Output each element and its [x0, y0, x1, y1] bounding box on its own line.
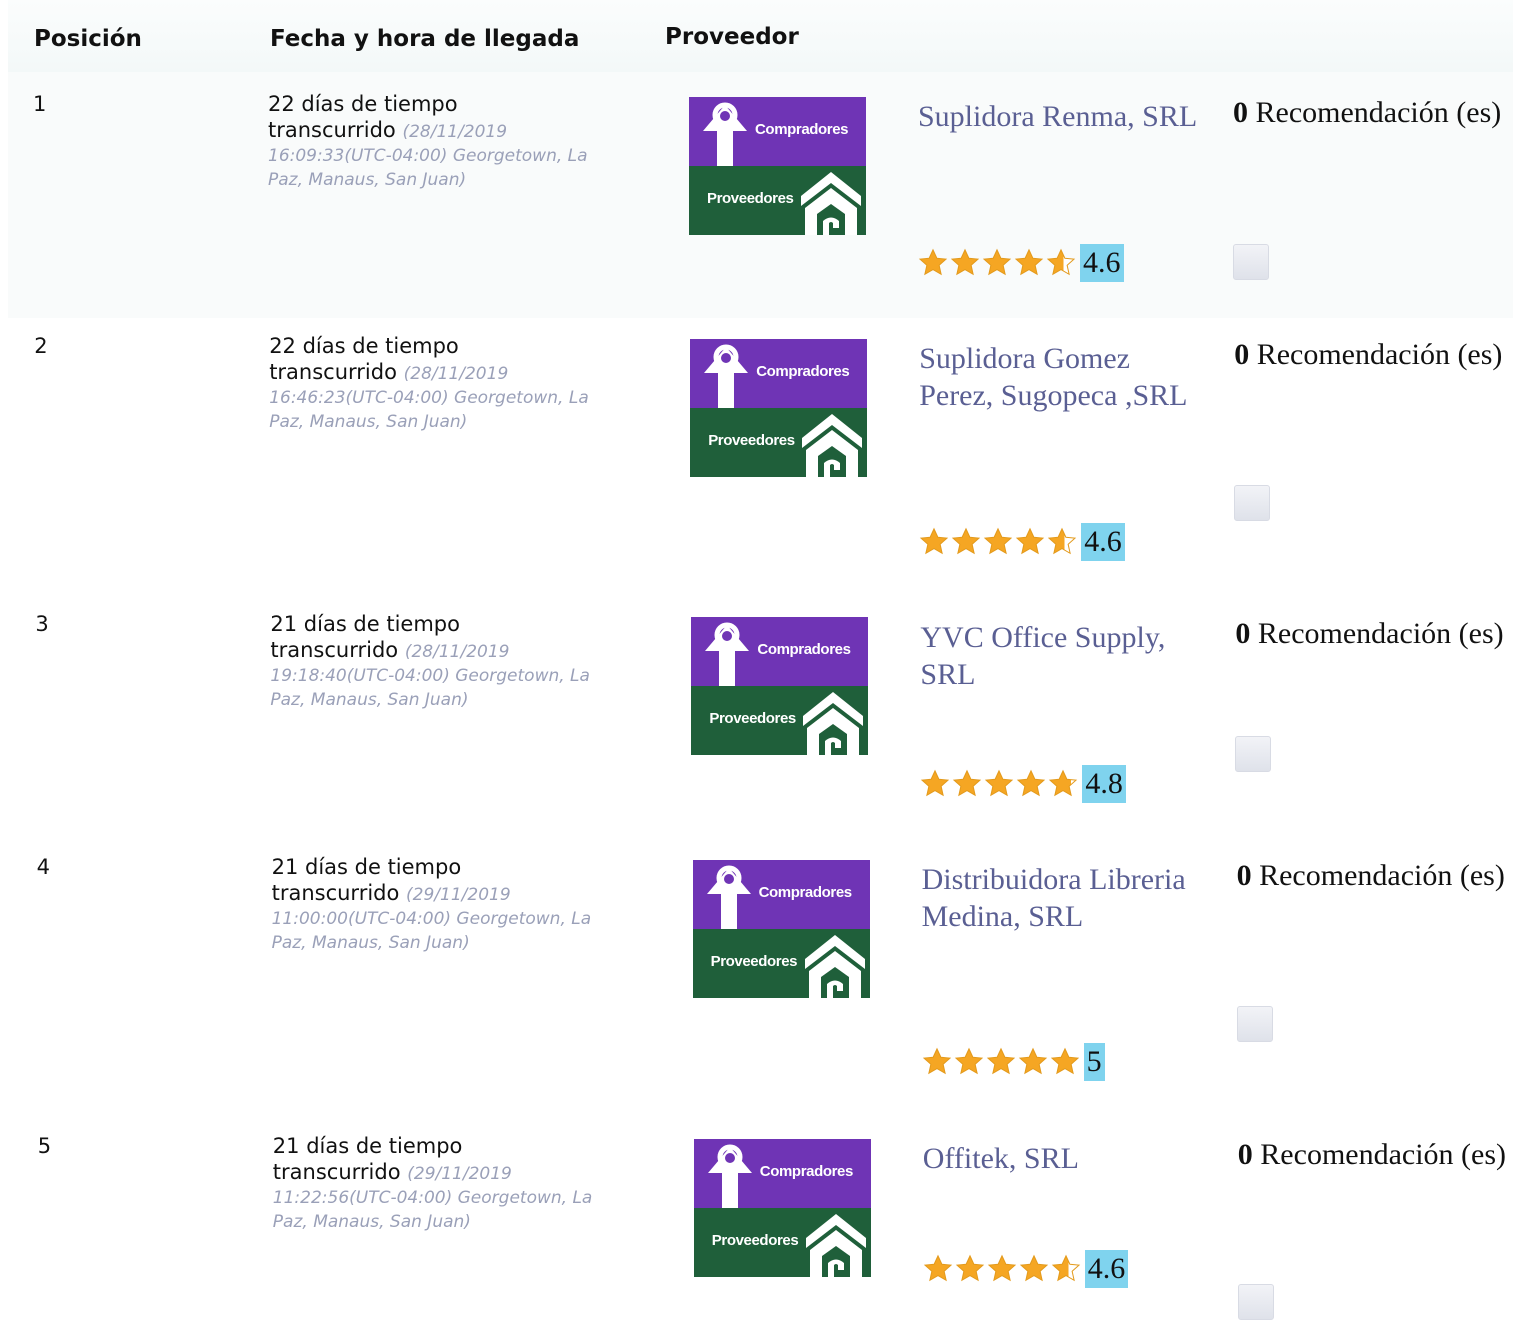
- logo-providers-band: Proveedores: [693, 1208, 871, 1277]
- elapsed-label-line: transcurrido (29/11/2019: [273, 1159, 618, 1186]
- recommendation-label: Recomendación (es): [1260, 1138, 1507, 1171]
- arrival-time-zone: 11:22:56(UTC-04:00) Georgetown, La Paz, …: [272, 1188, 593, 1232]
- logo-providers-text: Proveedores: [711, 1232, 799, 1249]
- recommendation-count: 0: [1237, 1138, 1253, 1171]
- logo-buyers-text: Compradores: [759, 1163, 854, 1180]
- stars: [923, 1254, 1083, 1284]
- star-rating: 4.6: [923, 1249, 1129, 1289]
- rating-score: 4.6: [1084, 1250, 1129, 1288]
- star-icon: [923, 1254, 952, 1282]
- provider-name[interactable]: Offitek, SRL: [923, 1140, 1203, 1177]
- logo-buyers-band: Compradores: [693, 1139, 871, 1208]
- star-icon: [1019, 1254, 1048, 1282]
- recommendations: 0 Recomendación (es): [1238, 1136, 1508, 1174]
- star-icon: [955, 1254, 984, 1282]
- table-row: 5 21 días de tiempo transcurrido (29/11/…: [0, 0, 1520, 1321]
- star-icon: [1051, 1254, 1080, 1282]
- elapsed-time: 21 días de tiempo transcurrido (29/11/20…: [273, 1133, 618, 1234]
- star-icon: [987, 1254, 1016, 1282]
- house-icon: [805, 1214, 866, 1277]
- person-arrow-icon: [707, 1144, 752, 1208]
- elapsed-label: transcurrido: [272, 1160, 401, 1184]
- row-position: 5: [37, 1134, 52, 1158]
- provider-logo: Compradores Proveedores: [693, 1139, 871, 1277]
- elapsed-days: 21 días de tiempo: [272, 1134, 463, 1158]
- arrival-date: (29/11/2019: [407, 1164, 512, 1184]
- recommend-checkbox[interactable]: [1237, 1284, 1274, 1320]
